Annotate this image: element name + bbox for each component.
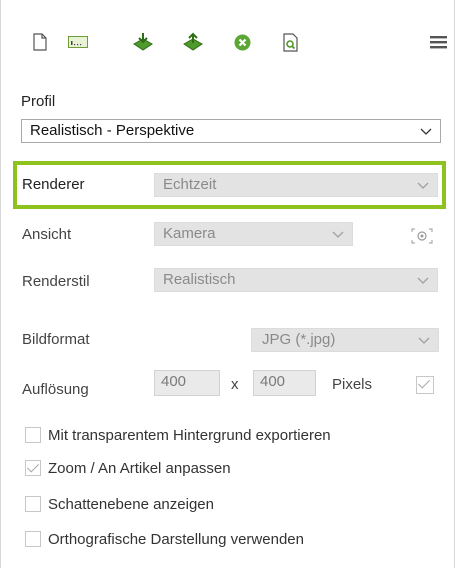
renderer-select[interactable]: Echtzeit [154, 173, 438, 197]
image-format-select[interactable]: JPG (*.jpg) [251, 328, 439, 352]
shadow-plane-checkbox[interactable] [25, 496, 41, 512]
profile-label: Profil [21, 93, 56, 110]
chevron-down-icon [332, 231, 344, 238]
text-field-icon[interactable] [67, 33, 89, 51]
resolution-width-input[interactable]: 400 [154, 370, 220, 396]
chevron-down-icon [417, 182, 429, 189]
resolution-height-input[interactable]: 400 [253, 370, 316, 396]
aspect-lock-checkbox[interactable] [416, 376, 434, 394]
render-style-select[interactable]: Realistisch [154, 268, 438, 292]
renderer-label: Renderer [22, 176, 85, 193]
chevron-down-icon [420, 128, 432, 135]
orthographic-label: Orthografische Darstellung verwenden [48, 531, 304, 548]
preview-icon[interactable] [281, 32, 299, 52]
view-select-value: Kamera [163, 225, 216, 242]
renderer-select-value: Echtzeit [163, 176, 217, 193]
transparent-background-checkbox[interactable] [25, 427, 41, 443]
export-icon[interactable] [181, 32, 205, 51]
profile-select[interactable]: Realistisch - Perspektive [21, 119, 441, 143]
resolution-label: Auflösung [22, 381, 89, 398]
chevron-down-icon [417, 277, 429, 284]
transparent-background-label: Mit transparentem Hintergrund exportiere… [48, 427, 331, 444]
render-style-label: Renderstil [22, 273, 90, 290]
zoom-fit-checkbox[interactable] [25, 460, 41, 476]
cancel-icon[interactable] [233, 33, 251, 51]
render-style-select-value: Realistisch [163, 271, 236, 288]
image-format-label: Bildformat [22, 331, 90, 348]
view-label: Ansicht [22, 226, 72, 243]
view-select[interactable]: Kamera [154, 222, 353, 246]
new-document-icon[interactable] [31, 33, 49, 51]
zoom-fit-label: Zoom / An Artikel anpassen [48, 460, 231, 477]
resolution-separator: x [231, 376, 239, 393]
shadow-plane-label: Schattenebene anzeigen [48, 496, 214, 513]
orthographic-checkbox[interactable] [25, 531, 41, 547]
image-format-select-value: JPG (*.jpg) [262, 331, 336, 348]
resolution-unit-label: Pixels [332, 376, 373, 393]
render-settings-panel: Profil Realistisch - Perspektive Rendere… [0, 0, 455, 568]
chevron-down-icon [418, 337, 430, 344]
camera-focus-icon[interactable] [411, 228, 433, 244]
menu-icon[interactable] [429, 33, 447, 51]
import-icon[interactable] [131, 33, 155, 51]
profile-select-value: Realistisch - Perspektive [30, 122, 195, 139]
